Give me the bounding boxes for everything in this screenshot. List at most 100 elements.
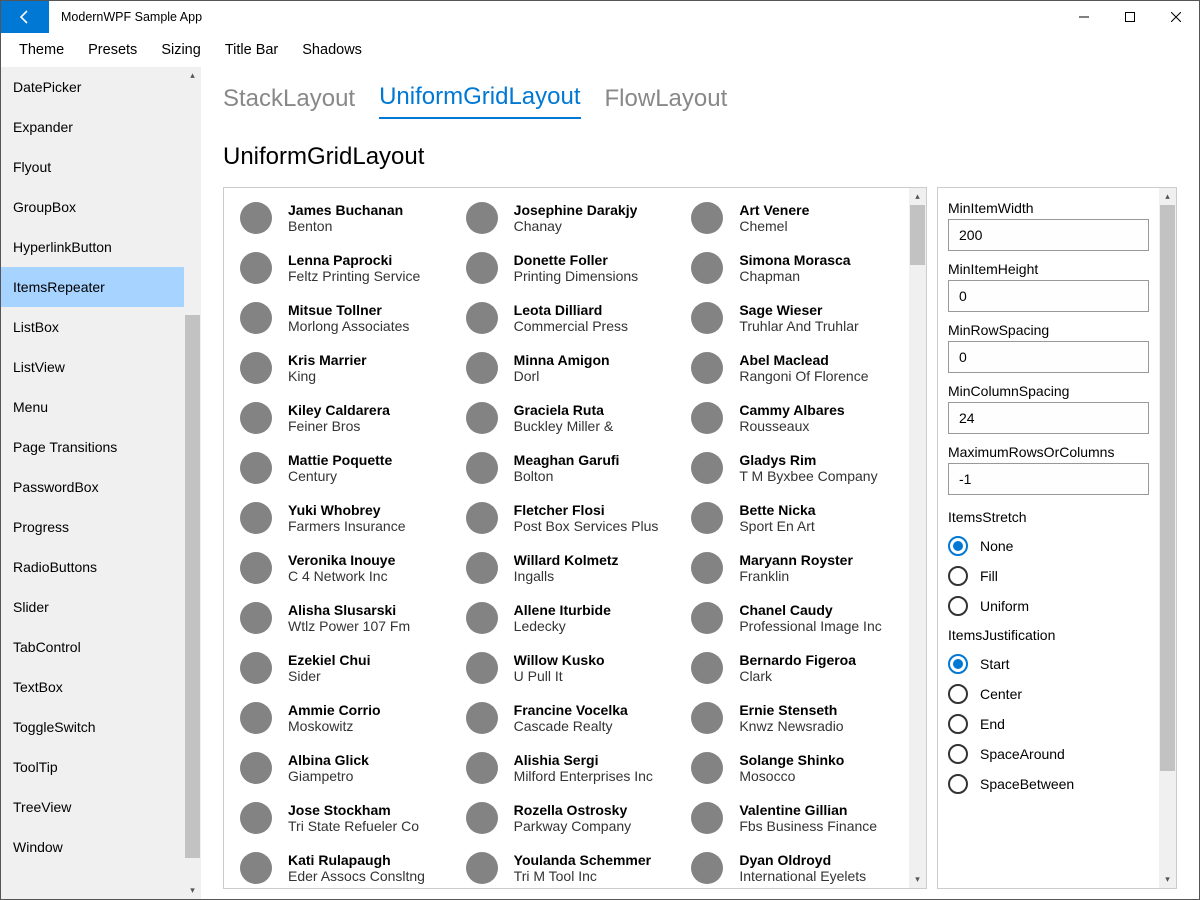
person-item[interactable]: Gladys RimT M Byxbee Company [691,450,893,486]
radio-itemsjustification-spacebetween[interactable]: SpaceBetween [948,769,1149,799]
radio-itemsstretch-uniform[interactable]: Uniform [948,591,1149,621]
person-item[interactable]: Allene IturbideLedecky [466,600,668,636]
minimize-button[interactable] [1061,1,1107,33]
person-item[interactable]: Art VenereChemel [691,200,893,236]
sidebar-item-datepicker[interactable]: DatePicker [1,67,184,107]
scroll-up-icon[interactable]: ▴ [1159,188,1176,205]
sidebar-item-itemsrepeater[interactable]: ItemsRepeater [1,267,184,307]
radio-itemsjustification-start[interactable]: Start [948,649,1149,679]
menu-item-title-bar[interactable]: Title Bar [213,36,290,64]
scroll-track[interactable] [909,205,926,871]
person-item[interactable]: Donette FollerPrinting Dimensions [466,250,668,286]
scroll-thumb[interactable] [1160,205,1175,771]
person-item[interactable]: Willow KuskoU Pull It [466,650,668,686]
tab-uniformgridlayout[interactable]: UniformGridLayout [379,83,580,119]
radio-itemsjustification-end[interactable]: End [948,709,1149,739]
person-item[interactable]: Meaghan GarufiBolton [466,450,668,486]
scroll-thumb[interactable] [185,315,200,858]
person-item[interactable]: Chanel CaudyProfessional Image Inc [691,600,893,636]
menu-item-sizing[interactable]: Sizing [149,36,213,64]
person-item[interactable]: Mitsue TollnerMorlong Associates [240,300,442,336]
tab-flowlayout[interactable]: FlowLayout [605,85,728,119]
sidebar-item-expander[interactable]: Expander [1,107,184,147]
sidebar-item-toggleswitch[interactable]: ToggleSwitch [1,707,184,747]
sidebar-scrollbar[interactable]: ▴ ▾ [184,67,201,899]
person-item[interactable]: Josephine DarakjyChanay [466,200,668,236]
sidebar-item-menu[interactable]: Menu [1,387,184,427]
sidebar-item-textbox[interactable]: TextBox [1,667,184,707]
person-item[interactable]: Simona MorascaChapman [691,250,893,286]
scroll-down-icon[interactable]: ▾ [1159,871,1176,888]
person-item[interactable]: Francine VocelkaCascade Realty [466,700,668,736]
person-item[interactable]: Kris MarrierKing [240,350,442,386]
back-button[interactable] [1,1,49,33]
person-item[interactable]: Ammie CorrioMoskowitz [240,700,442,736]
scroll-track[interactable] [1159,205,1176,871]
person-item[interactable]: Youlanda SchemmerTri M Tool Inc [466,850,668,886]
items-viewport[interactable]: James BuchananBenton Josephine DarakjyCha… [224,188,909,888]
person-item[interactable]: Alisha SlusarskiWtlz Power 107 Fm [240,600,442,636]
field-input-minrowspacing[interactable] [948,341,1149,373]
person-item[interactable]: Jose StockhamTri State Refueler Co [240,800,442,836]
person-item[interactable]: Cammy AlbaresRousseaux [691,400,893,436]
person-item[interactable]: Valentine GillianFbs Business Finance [691,800,893,836]
person-item[interactable]: Dyan OldroydInternational Eyelets [691,850,893,886]
items-scrollbar[interactable]: ▴ ▾ [909,188,926,888]
person-item[interactable]: Bette NickaSport En Art [691,500,893,536]
sidebar-item-radiobuttons[interactable]: RadioButtons [1,547,184,587]
person-item[interactable]: Ernie StensethKnwz Newsradio [691,700,893,736]
person-item[interactable]: Willard KolmetzIngalls [466,550,668,586]
person-item[interactable]: Sage WieserTruhlar And Truhlar [691,300,893,336]
sidebar-item-listbox[interactable]: ListBox [1,307,184,347]
sidebar-item-progress[interactable]: Progress [1,507,184,547]
person-item[interactable]: Lenna PaprockiFeltz Printing Service [240,250,442,286]
person-item[interactable]: Abel MacleadRangoni Of Florence [691,350,893,386]
person-item[interactable]: Minna AmigonDorl [466,350,668,386]
person-item[interactable]: Ezekiel ChuiSider [240,650,442,686]
person-item[interactable]: Alishia SergiMilford Enterprises Inc [466,750,668,786]
sidebar-item-flyout[interactable]: Flyout [1,147,184,187]
person-item[interactable]: Veronika InouyeC 4 Network Inc [240,550,442,586]
scroll-up-icon[interactable]: ▴ [184,67,201,84]
field-input-mincolumnspacing[interactable] [948,402,1149,434]
close-button[interactable] [1153,1,1199,33]
scroll-down-icon[interactable]: ▾ [184,882,201,899]
person-item[interactable]: James BuchananBenton [240,200,442,236]
sidebar-item-passwordbox[interactable]: PasswordBox [1,467,184,507]
scroll-down-icon[interactable]: ▾ [909,871,926,888]
person-item[interactable]: Rozella OstroskyParkway Company [466,800,668,836]
tab-stacklayout[interactable]: StackLayout [223,85,355,119]
sidebar-item-window[interactable]: Window [1,827,184,867]
sidebar-item-treeview[interactable]: TreeView [1,787,184,827]
sidebar-item-listview[interactable]: ListView [1,347,184,387]
menu-item-presets[interactable]: Presets [76,36,149,64]
person-item[interactable]: Fletcher FlosiPost Box Services Plus [466,500,668,536]
radio-itemsjustification-spacearound[interactable]: SpaceAround [948,739,1149,769]
scroll-track[interactable] [184,84,201,882]
field-input-minitemwidth[interactable] [948,219,1149,251]
field-input-maximumrowsorcolumns[interactable] [948,463,1149,495]
person-item[interactable]: Graciela RutaBuckley Miller & [466,400,668,436]
person-item[interactable]: Albina GlickGiampetro [240,750,442,786]
person-item[interactable]: Maryann RoysterFranklin [691,550,893,586]
field-input-minitemheight[interactable] [948,280,1149,312]
sidebar-item-slider[interactable]: Slider [1,587,184,627]
person-item[interactable]: Leota DilliardCommercial Press [466,300,668,336]
person-item[interactable]: Yuki WhobreyFarmers Insurance [240,500,442,536]
menu-item-shadows[interactable]: Shadows [290,36,374,64]
scroll-up-icon[interactable]: ▴ [909,188,926,205]
properties-scrollbar[interactable]: ▴ ▾ [1159,188,1176,888]
person-item[interactable]: Bernardo FigeroaClark [691,650,893,686]
maximize-button[interactable] [1107,1,1153,33]
sidebar-item-page-transitions[interactable]: Page Transitions [1,427,184,467]
radio-itemsstretch-none[interactable]: None [948,531,1149,561]
sidebar-item-hyperlinkbutton[interactable]: HyperlinkButton [1,227,184,267]
scroll-thumb[interactable] [910,205,925,265]
radio-itemsstretch-fill[interactable]: Fill [948,561,1149,591]
radio-itemsjustification-center[interactable]: Center [948,679,1149,709]
menu-item-theme[interactable]: Theme [7,36,76,64]
sidebar-item-groupbox[interactable]: GroupBox [1,187,184,227]
person-item[interactable]: Kiley CaldareraFeiner Bros [240,400,442,436]
person-item[interactable]: Kati RulapaughEder Assocs Consltng [240,850,442,886]
person-item[interactable]: Solange ShinkoMosocco [691,750,893,786]
